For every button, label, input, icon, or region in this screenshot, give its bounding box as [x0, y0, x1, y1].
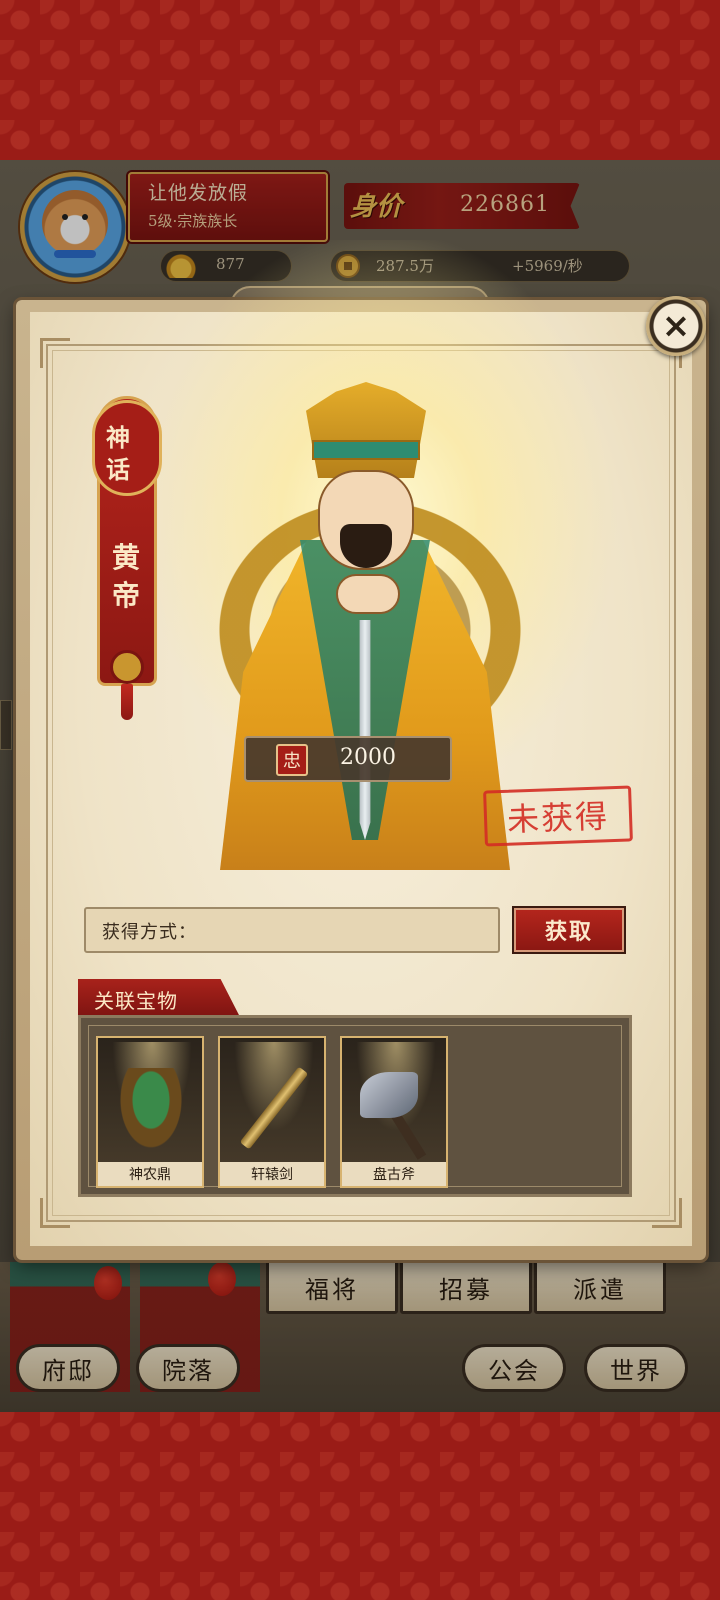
- hero-hands-art: [336, 574, 400, 614]
- close-icon: ×: [661, 306, 691, 346]
- axe-icon: [360, 1072, 418, 1118]
- corner-ornament: [40, 1198, 70, 1228]
- tripod-cauldron-icon: [120, 1068, 182, 1148]
- acquire-method-label: 获得方式：: [102, 922, 197, 943]
- not-obtained-stamp: 未获得: [483, 785, 633, 847]
- banner-knot-ornament: [110, 650, 144, 684]
- treasure-card-shennong-ding[interactable]: 神农鼎: [96, 1036, 204, 1188]
- rarity-char-2: 话: [106, 455, 130, 484]
- treasure-name: 神农鼎: [98, 1162, 202, 1186]
- treasure-card-pangu-axe[interactable]: 盘古斧: [340, 1036, 448, 1188]
- treasure-name: 轩辕剑: [220, 1162, 324, 1186]
- hero-crown-band: [312, 440, 420, 460]
- close-button[interactable]: ×: [646, 296, 706, 356]
- related-treasures-header: 关联宝物: [94, 989, 178, 1013]
- bottom-cloud-band: [0, 1412, 720, 1600]
- top-cloud-band: [0, 0, 720, 160]
- corner-ornament: [40, 338, 70, 368]
- hero-name-char-2: 帝: [112, 579, 141, 612]
- banner-tassel: [121, 684, 133, 720]
- hero-name-char-1: 黄: [112, 541, 141, 574]
- treasure-card-xuanyuan-sword[interactable]: 轩辕剑: [218, 1036, 326, 1188]
- loyalty-badge: 忠: [276, 744, 308, 776]
- treasure-name: 盘古斧: [342, 1162, 446, 1186]
- rarity-char-1: 神: [106, 423, 130, 452]
- acquire-button[interactable]: 获取: [512, 906, 626, 954]
- corner-ornament: [652, 1198, 682, 1228]
- loyalty-value: 2000: [340, 745, 396, 770]
